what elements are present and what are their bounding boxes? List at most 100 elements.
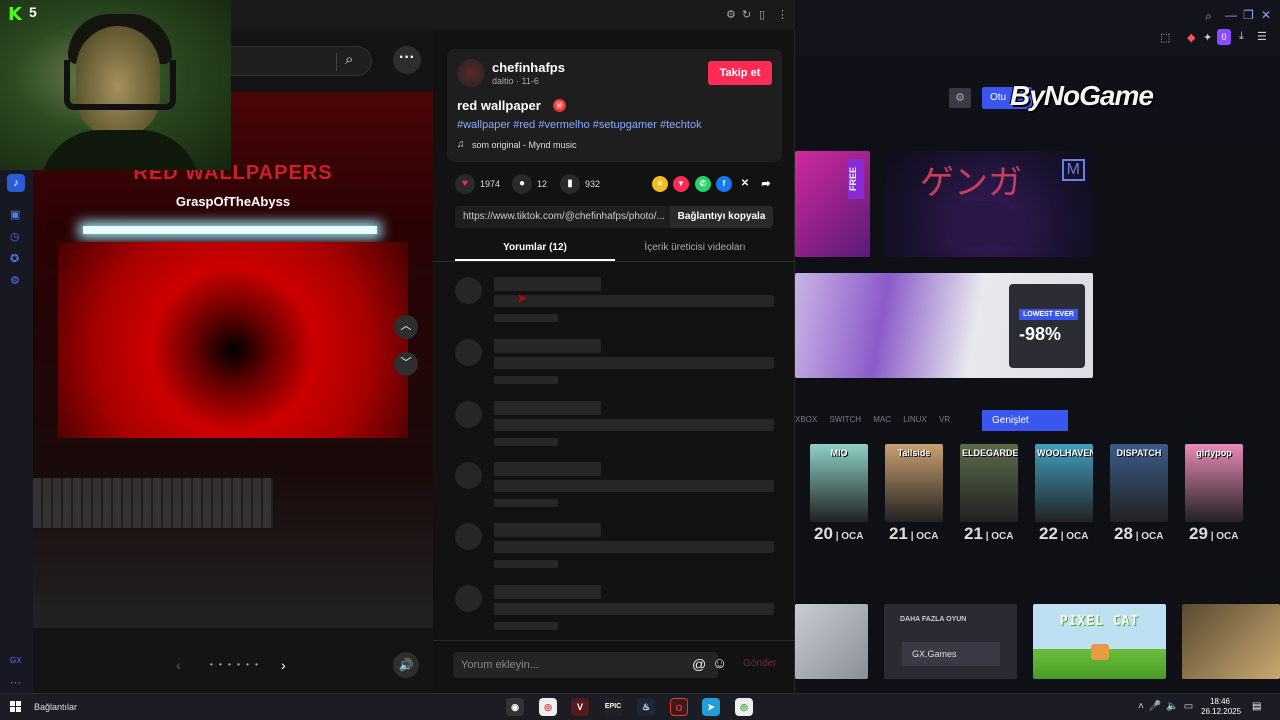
extension-icon[interactable]: ◆	[1187, 31, 1195, 44]
epic-games-icon[interactable]: EPIC	[604, 698, 622, 716]
notification-icon[interactable]: ▤	[1252, 701, 1261, 712]
hashtags[interactable]: #wallpaper #red #vermelho #setupgamer #t…	[457, 119, 702, 131]
release-game-tile[interactable]: ELDEGARDE	[960, 444, 1018, 522]
coin-icon[interactable]: ¤	[652, 176, 668, 192]
dog-game-tile[interactable]	[1182, 604, 1280, 679]
share-arrow-icon[interactable]: ➦	[758, 176, 774, 192]
release-month: | OCA	[1057, 531, 1089, 542]
windows-start-icon[interactable]	[10, 701, 22, 713]
reload-icon[interactable]: ↻	[742, 8, 751, 21]
close-icon[interactable]: ✕	[1261, 8, 1271, 22]
tab-comments[interactable]: Yorumlar (12)	[455, 242, 615, 253]
comment-skeleton	[494, 419, 774, 431]
post-url[interactable]: https://www.tiktok.com/@chefinhafps/phot…	[463, 211, 668, 222]
copy-link-button[interactable]: Bağlantıyı kopyala	[670, 206, 773, 228]
comment-skeleton	[494, 622, 558, 630]
next-post-button[interactable]: ﹀	[394, 352, 418, 376]
comment-skeleton	[455, 462, 482, 489]
release-month: | OCA	[1207, 531, 1239, 542]
puzzle-icon[interactable]: ✦	[1203, 31, 1212, 44]
tab-creator-videos[interactable]: İçerik üreticisi videoları	[615, 242, 775, 253]
like-button[interactable]: ♥	[455, 174, 475, 194]
steam-icon[interactable]: ♨	[637, 698, 655, 716]
telegram-icon[interactable]: ➤	[702, 698, 720, 716]
comment-input[interactable]	[453, 652, 718, 678]
game-tile-cracker[interactable]	[795, 604, 868, 679]
search-bar[interactable]: ⌕	[230, 46, 372, 76]
wallpaper-photo[interactable]: RED WALLPAPERS GraspOfTheAbyss	[33, 92, 433, 628]
release-game-tile[interactable]: girlypop	[1185, 444, 1243, 522]
comment-button[interactable]: ●	[512, 174, 532, 194]
author-name[interactable]: chefinhafps	[492, 60, 565, 75]
music-title[interactable]: som original - Mynd music	[472, 140, 577, 150]
free-game-tile[interactable]: FREE	[795, 151, 870, 257]
send-button[interactable]: Gönder	[743, 658, 776, 669]
mention-icon[interactable]: @	[692, 656, 706, 672]
tabs-divider	[433, 261, 794, 262]
release-game-tile[interactable]: Tailside	[885, 444, 943, 522]
release-month-text: OCA	[1066, 531, 1089, 542]
more-games-tile[interactable]: DAHA FAZLA OYUN GX.Games	[884, 604, 1017, 679]
comment-skeleton	[494, 499, 558, 507]
save-button[interactable]: ▮	[560, 174, 580, 194]
release-month: | OCA	[1132, 531, 1164, 542]
previous-post-button[interactable]: ︿	[394, 315, 418, 339]
system-tray-icons[interactable]: ˄🎤🔈▭	[1138, 701, 1198, 712]
tiktok-icon[interactable]: ♪	[7, 174, 25, 192]
pixel-cat-tile[interactable]: PIXEL CAT	[1033, 604, 1166, 679]
snapshot-icon[interactable]: ⬚	[1160, 31, 1170, 44]
search-icon[interactable]: ⌕	[345, 51, 353, 68]
store-settings-button[interactable]: ⚙	[949, 88, 971, 108]
gx-games-button[interactable]: GX.Games	[902, 642, 1000, 666]
comment-skeleton	[494, 541, 774, 553]
search-icon[interactable]: ⌕	[1205, 9, 1212, 24]
light-bar	[83, 226, 377, 234]
settings-gear-icon[interactable]: ⚙	[10, 274, 20, 287]
chrome-2-icon[interactable]: ◎	[735, 698, 753, 716]
history-icon[interactable]: ◷	[10, 230, 20, 243]
comment-skeleton	[455, 523, 482, 550]
game-title: girlypop	[1196, 448, 1232, 458]
pin-icon[interactable]: ▯	[759, 8, 765, 21]
tiktok-share-icon[interactable]: ▼	[673, 176, 689, 192]
sound-button[interactable]: 🔊	[393, 652, 419, 678]
minimize-icon[interactable]: —	[1225, 8, 1237, 22]
avatar[interactable]	[457, 59, 485, 87]
follow-button[interactable]: Takip et	[708, 61, 772, 85]
emoji-icon[interactable]: ☺	[712, 655, 727, 672]
clock[interactable]: 18:46 26.12.2025	[1201, 697, 1241, 717]
menu-icon[interactable]: ☰	[1257, 30, 1267, 43]
lowest-ever-deal-tile[interactable]: LOWEST EVER -98%	[795, 273, 1093, 378]
chevron-right-icon[interactable]: ›	[281, 657, 286, 673]
gx-icon[interactable]: GX	[10, 656, 22, 665]
mouse-cursor: ➤	[517, 291, 528, 305]
platform-filter-row[interactable]: XBOX SWITCH MAC LINUX VR	[795, 415, 950, 424]
app-v-icon[interactable]: V	[571, 698, 589, 716]
more-options-button[interactable]: ···	[393, 46, 421, 74]
whatsapp-icon[interactable]: ✆	[695, 176, 711, 192]
taskbar-links-label[interactable]: Bağlantılar	[34, 702, 77, 712]
maximize-icon[interactable]: ❐	[1243, 8, 1254, 22]
comment-skeleton	[494, 560, 558, 568]
settings-icon[interactable]: ⚙	[726, 8, 736, 21]
chrome-icon[interactable]: ◎	[539, 698, 557, 716]
extensions-icon[interactable]: ✪	[10, 252, 19, 265]
sidebar-more-icon[interactable]: ⋯	[10, 676, 21, 689]
chevron-left-icon[interactable]: ‹	[176, 657, 181, 673]
comment-skeleton	[494, 357, 774, 369]
x-icon[interactable]: ✕	[737, 176, 753, 192]
gengar-banner-tile[interactable]: ゲンガ M	[885, 151, 1093, 257]
release-game-tile[interactable]: WOOLHAVEN	[1035, 444, 1093, 522]
comment-skeleton	[455, 277, 482, 304]
obs-icon[interactable]: ◉	[506, 698, 524, 716]
gx-badge-icon[interactable]: 0	[1217, 29, 1231, 45]
facebook-icon[interactable]: f	[716, 176, 732, 192]
player-icon[interactable]: ▣	[10, 208, 20, 221]
opera-gx-icon[interactable]: O	[670, 698, 688, 716]
release-game-tile[interactable]: MIO	[810, 444, 868, 522]
expand-button[interactable]: Genişlet	[982, 410, 1068, 431]
more-vertical-icon[interactable]: ⋮	[777, 8, 788, 21]
release-game-tile[interactable]: DISPATCH	[1110, 444, 1168, 522]
download-icon[interactable]: ⤓	[1239, 30, 1244, 43]
opera-sidebar: ♪ ▣ ◷ ✪ ⚙ GX ⋯	[0, 170, 33, 693]
